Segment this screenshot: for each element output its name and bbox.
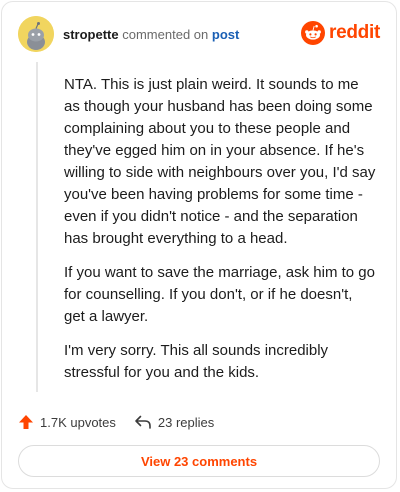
reply-arrow-icon xyxy=(135,415,151,429)
snoo-avatar-icon xyxy=(18,16,54,52)
upvote-arrow-icon xyxy=(19,415,33,429)
comment-paragraph: If you want to save the marriage, ask hi… xyxy=(64,264,375,325)
upvote-count: 1.7K upvotes xyxy=(40,414,116,430)
avatar[interactable] xyxy=(18,16,54,52)
comment-paragraph: NTA. This is just plain weird. It sounds… xyxy=(64,76,376,247)
comment-meta: stropette commented on post xyxy=(63,27,239,43)
post-link[interactable]: post xyxy=(212,27,239,42)
comment-paragraph: I'm very sorry. This all sounds incredib… xyxy=(64,342,329,381)
action-text: commented on xyxy=(122,27,209,42)
view-comments-button[interactable]: View 23 comments xyxy=(18,445,380,477)
comment-actions: 1.7K upvotes 23 replies xyxy=(18,411,214,433)
reddit-wordmark: reddit xyxy=(329,22,380,43)
reddit-logo[interactable]: reddit xyxy=(301,21,380,45)
username-link[interactable]: stropette xyxy=(63,27,119,42)
comment-card: stropette commented on post reddit NTA. … xyxy=(1,1,397,489)
thread-line xyxy=(36,62,38,392)
upvote-button[interactable]: 1.7K upvotes xyxy=(18,414,116,430)
comment-body: NTA. This is just plain weird. It sounds… xyxy=(64,74,376,396)
replies-button[interactable]: 23 replies xyxy=(134,414,214,430)
comment-header: stropette commented on post reddit xyxy=(18,16,380,52)
reddit-snoo-icon xyxy=(301,21,326,45)
reply-count: 23 replies xyxy=(157,414,215,430)
